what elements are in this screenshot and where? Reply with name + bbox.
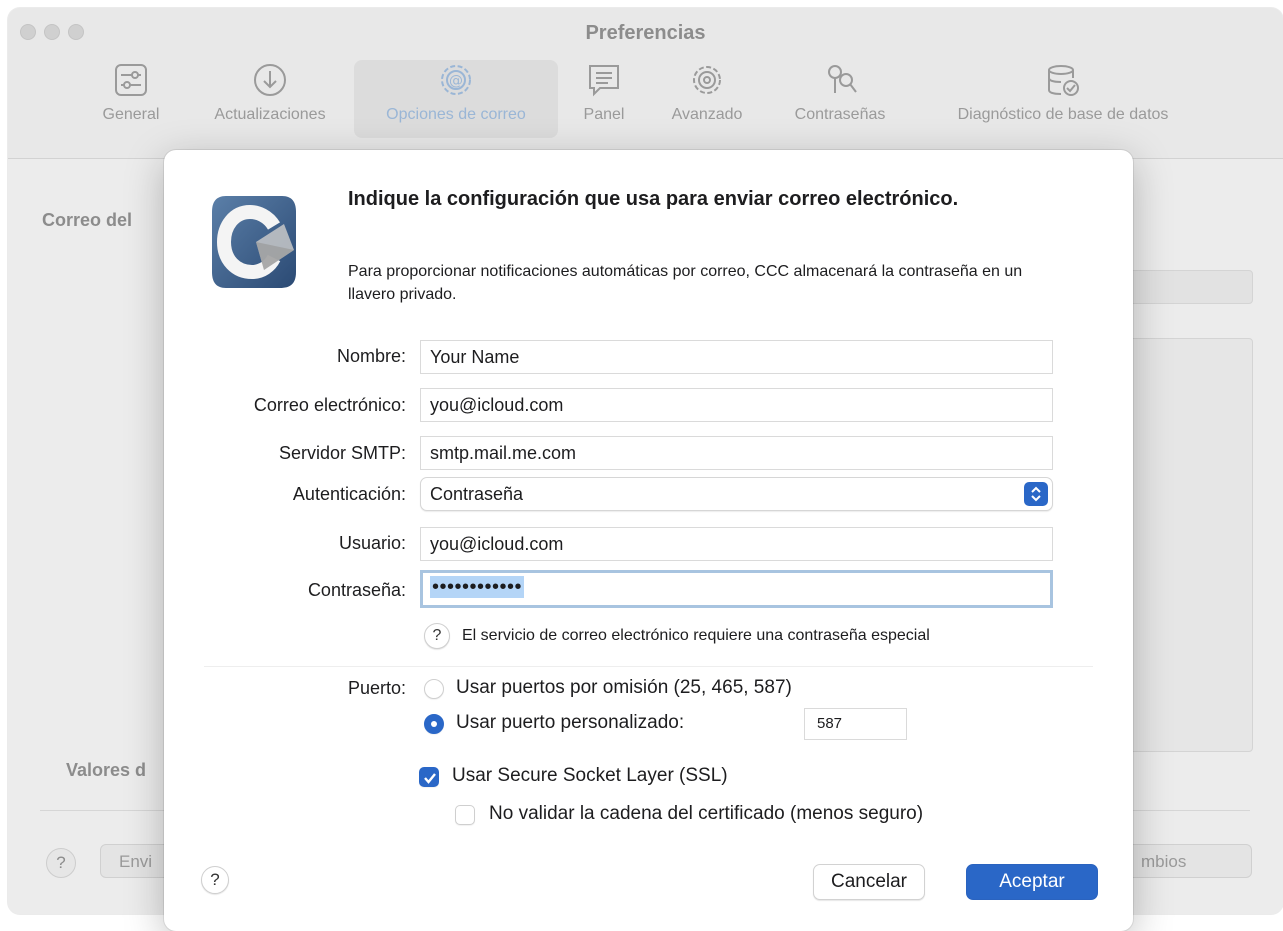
port-custom-label[interactable]: Usar puerto personalizado: bbox=[456, 712, 684, 734]
password-help-button[interactable]: ? bbox=[424, 623, 450, 649]
preferences-toolbar: General Actualizaciones @ Opciones de co… bbox=[8, 60, 1283, 140]
toolbar-label-passwords: Contraseñas bbox=[794, 106, 886, 123]
toolbar-label-panel: Panel bbox=[583, 106, 625, 123]
dialog-subtitle: Para proporcionar notificaciones automát… bbox=[348, 263, 1023, 303]
name-field[interactable]: Your Name bbox=[420, 340, 1053, 374]
divider bbox=[204, 666, 1093, 667]
ssl-checkbox[interactable] bbox=[419, 767, 439, 787]
svg-text:@: @ bbox=[449, 73, 463, 89]
email-label: Correo electrónico: bbox=[253, 395, 406, 415]
email-field[interactable]: you@icloud.com bbox=[420, 388, 1053, 422]
port-custom-radio[interactable] bbox=[424, 714, 444, 734]
toolbar-item-updates[interactable]: Actualizaciones bbox=[194, 60, 346, 138]
toolbar-item-panel[interactable]: Panel bbox=[572, 60, 636, 138]
password-field[interactable]: •••••••••••• bbox=[420, 570, 1053, 608]
no-validate-checkbox[interactable] bbox=[455, 805, 475, 825]
smtp-server-field[interactable]: smtp.mail.me.com bbox=[420, 436, 1053, 470]
dialog-heading: Indique la configuración que usa para en… bbox=[348, 188, 959, 210]
chevron-updown-icon bbox=[1024, 482, 1048, 506]
password-help-text: El servicio de correo electrónico requie… bbox=[462, 627, 930, 644]
section-heading-defaults: Valores d bbox=[66, 760, 147, 780]
toolbar-label-database-diagnostics: Diagnóstico de base de datos bbox=[957, 106, 1169, 123]
toolbar-item-advanced[interactable]: Avanzado bbox=[648, 60, 766, 138]
auth-label: Autenticación: bbox=[292, 484, 406, 504]
background-help-button[interactable]: ? bbox=[46, 848, 76, 878]
dialog-help-button[interactable]: ? bbox=[201, 866, 229, 894]
ssl-label[interactable]: Usar Secure Socket Layer (SSL) bbox=[452, 765, 728, 787]
toolbar-item-general[interactable]: General bbox=[88, 60, 174, 138]
port-default-radio[interactable] bbox=[424, 679, 444, 699]
email-settings-sheet: Indique la configuración que usa para en… bbox=[164, 150, 1133, 931]
panel-icon bbox=[589, 65, 619, 97]
user-field[interactable]: you@icloud.com bbox=[420, 527, 1053, 561]
custom-port-field[interactable]: 587 bbox=[804, 708, 907, 740]
checkmark-icon bbox=[424, 773, 436, 784]
database-check-icon bbox=[1048, 65, 1079, 96]
toolbar-label-general: General bbox=[102, 106, 160, 123]
toolbar-label-updates: Actualizaciones bbox=[214, 106, 326, 123]
password-field-value: •••••••••••• bbox=[430, 576, 525, 598]
smtp-label: Servidor SMTP: bbox=[278, 443, 406, 463]
titlebar: Preferencias General Actualizaciones @ O… bbox=[8, 8, 1283, 159]
toolbar-item-mail-options[interactable]: @ Opciones de correo bbox=[354, 60, 558, 138]
port-default-label[interactable]: Usar puertos por omisión (25, 465, 587) bbox=[456, 677, 792, 699]
window-title: Preferencias bbox=[585, 22, 706, 44]
port-label: Puerto: bbox=[347, 678, 406, 698]
accept-button[interactable]: Aceptar bbox=[966, 864, 1098, 900]
user-label: Usuario: bbox=[338, 533, 406, 553]
toolbar-label-mail-options: Opciones de correo bbox=[386, 106, 526, 123]
toolbar-item-database-diagnostics[interactable]: Diagnóstico de base de datos bbox=[918, 60, 1208, 138]
password-label: Contraseña: bbox=[307, 580, 406, 600]
section-heading-mail: Correo del bbox=[42, 210, 133, 230]
ccc-app-icon bbox=[212, 196, 296, 288]
toolbar-item-passwords[interactable]: Contraseñas bbox=[770, 60, 910, 138]
cancel-button[interactable]: Cancelar bbox=[813, 864, 925, 900]
at-gear-icon: @ bbox=[441, 65, 471, 95]
keys-icon bbox=[828, 65, 857, 93]
no-validate-label[interactable]: No validar la cadena del certificado (me… bbox=[489, 803, 923, 825]
gear-icon bbox=[693, 66, 721, 94]
background-panel bbox=[1128, 338, 1253, 752]
download-icon bbox=[254, 64, 286, 96]
auth-select[interactable]: Contraseña bbox=[420, 477, 1053, 511]
toolbar-label-advanced: Avanzado bbox=[671, 106, 743, 123]
sliders-icon bbox=[115, 64, 147, 96]
background-save-changes-button[interactable]: mbios bbox=[1118, 844, 1252, 878]
background-field bbox=[1128, 270, 1253, 304]
name-label: Nombre: bbox=[336, 346, 406, 366]
auth-select-value: Contraseña bbox=[430, 484, 524, 504]
